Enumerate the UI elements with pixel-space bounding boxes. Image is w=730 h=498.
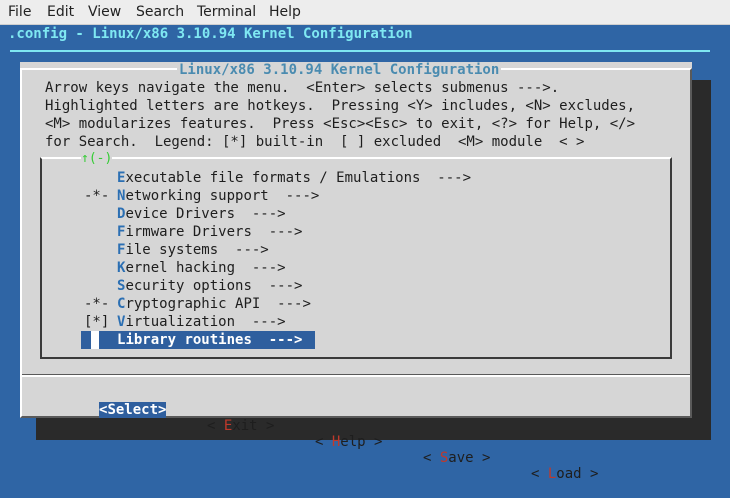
menu-item[interactable]: Kernel hacking ---> [20, 260, 660, 278]
menu-item-label: Device Drivers ---> [117, 206, 286, 222]
menu-item-text: etworking support ---> [125, 188, 320, 204]
menu-view[interactable]: View [88, 4, 121, 20]
scroll-indicator: ↑(-) [81, 151, 113, 166]
menu-item[interactable]: [*] Virtualization ---> [20, 314, 660, 332]
menu-item-state: -*- [84, 296, 110, 312]
menu-search[interactable]: Search [136, 4, 184, 20]
menu-item-label: Cryptographic API ---> [117, 296, 311, 312]
menu-edit[interactable]: Edit [47, 4, 74, 20]
help-line-2: Highlighted letters are hotkeys. Pressin… [45, 98, 636, 114]
title-rule [10, 50, 710, 52]
help-button[interactable]: < Help > [315, 434, 382, 450]
menu-item-label: File systems ---> [117, 242, 269, 258]
menu-item-text: ernel hacking ---> [125, 260, 286, 276]
menu-item[interactable]: Firmware Drivers ---> [20, 224, 660, 242]
menu-item[interactable]: -*- Cryptographic API ---> [20, 296, 660, 314]
menu-help[interactable]: Help [269, 4, 301, 20]
menu-item-label: Virtualization ---> [117, 314, 286, 330]
menu-item-text: ryptographic API ---> [125, 296, 311, 312]
help-line-3: <M> modularizes features. Press <Esc><Es… [45, 116, 636, 132]
menu-item-label: Library routines ---> [117, 332, 302, 348]
kernel-config-dialog: Linux/x86 3.10.94 Kernel Configuration A… [20, 62, 692, 482]
exit-button[interactable]: < Exit > [207, 418, 274, 434]
window-title: .config - Linux/x86 3.10.94 Kernel Confi… [8, 26, 413, 42]
menu-item[interactable]: File systems ---> [20, 242, 660, 260]
menu-item-label: Kernel hacking ---> [117, 260, 286, 276]
menu-item-text: irmware Drivers ---> [125, 224, 303, 240]
button-divider [22, 374, 690, 377]
save-button[interactable]: < Save > [423, 450, 490, 466]
menu-item-label: Networking support ---> [117, 188, 319, 204]
menu-item[interactable]: Device Drivers ---> [20, 206, 660, 224]
menu-item[interactable]: Library routines ---> [20, 331, 660, 350]
menu-item[interactable]: -*- Networking support ---> [20, 188, 660, 206]
help-line-1: Arrow keys navigate the menu. <Enter> se… [45, 80, 560, 96]
select-button[interactable]: <Select> [99, 402, 167, 418]
menu-item-text: evice Drivers ---> [125, 206, 286, 222]
terminal-menubar: File Edit View Search Terminal Help [0, 0, 730, 25]
menu-item[interactable]: Executable file formats / Emulations ---… [20, 170, 660, 188]
menu-item-text: ecurity options ---> [125, 278, 303, 294]
load-button[interactable]: < Load > [531, 466, 598, 482]
menu-item-state: -*- [84, 188, 110, 204]
menu-terminal[interactable]: Terminal [197, 4, 256, 20]
menu-item-label: Security options ---> [117, 278, 302, 294]
menu-item-text: ibrary routines ---> [125, 332, 303, 348]
menu-item-label: Firmware Drivers ---> [117, 224, 302, 240]
menu-item-text: xecutable file formats / Emulations ---> [125, 170, 472, 186]
help-line-4: for Search. Legend: [*] built-in [ ] exc… [45, 134, 585, 150]
text-cursor [91, 331, 99, 349]
menu-item-label: Executable file formats / Emulations ---… [117, 170, 471, 186]
dialog-title: Linux/x86 3.10.94 Kernel Configuration [177, 62, 502, 78]
menu-item-text: irtualization ---> [125, 314, 286, 330]
menu-file[interactable]: File [8, 4, 31, 20]
menu-item-text: ile systems ---> [125, 242, 269, 258]
menu-item[interactable]: Security options ---> [20, 278, 660, 296]
menu-item-state: [*] [84, 314, 110, 330]
